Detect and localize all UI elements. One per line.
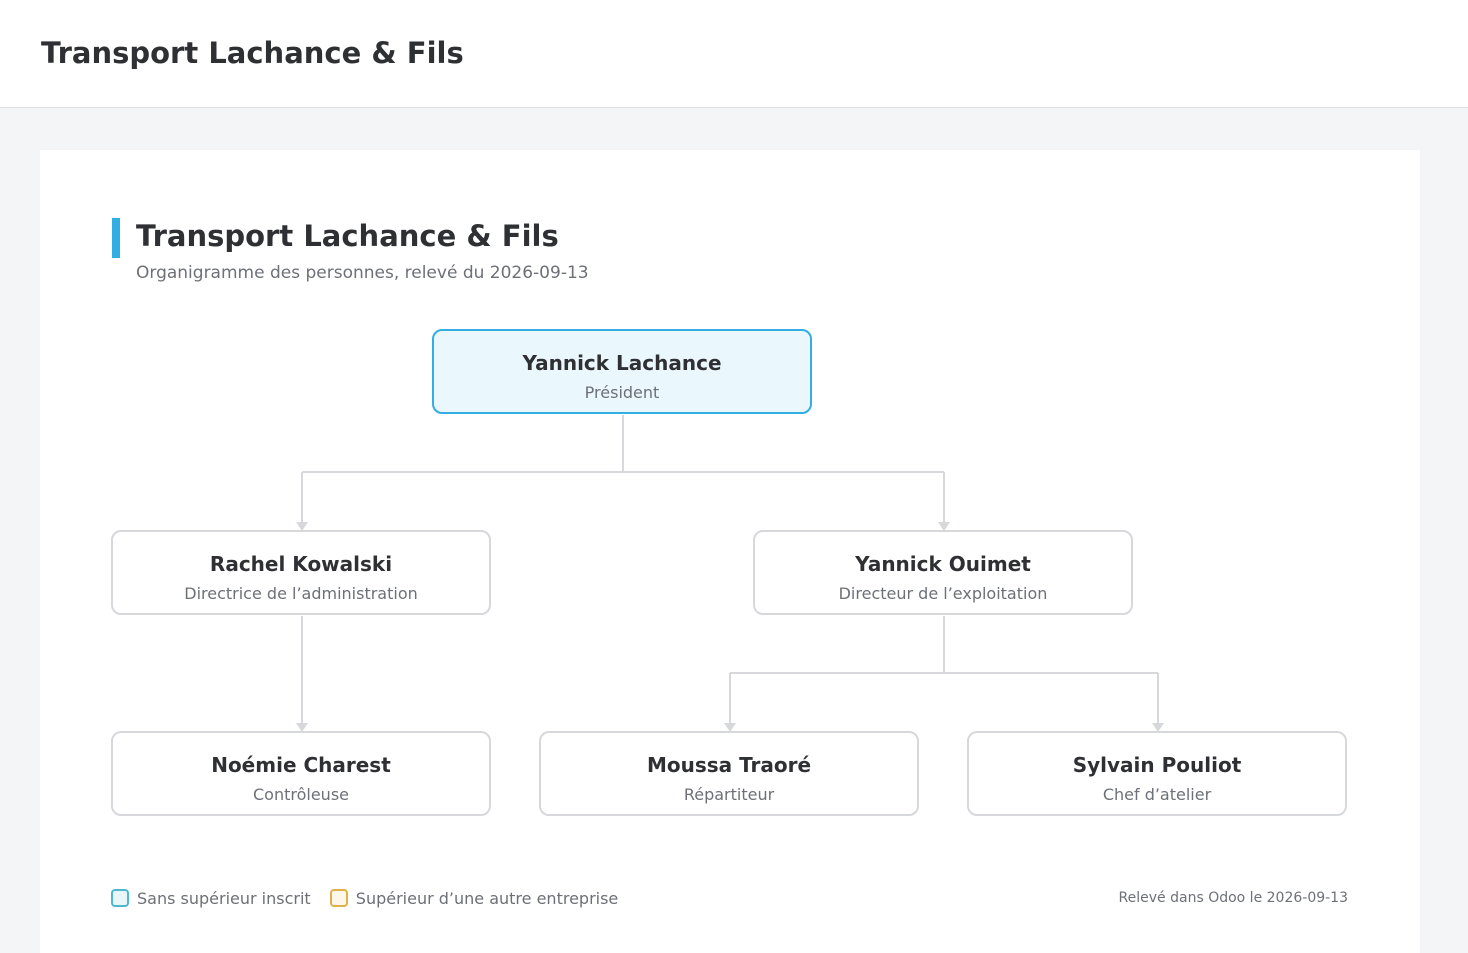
node-name: Moussa Traoré (646, 753, 812, 777)
source-note: Relevé dans Odoo le 2026-09-13 (1118, 890, 1348, 906)
legend-label-no-superior: Sans supérieur inscrit (137, 888, 311, 908)
org-node-president[interactable]: Yannick Lachance Président (432, 329, 812, 414)
org-node-controleuse[interactable]: Noémie Charest Contrôleuse (111, 731, 491, 816)
node-name: Yannick Lachance (522, 351, 722, 375)
legend-item-external-superior: Supérieur d’une autre entreprise (329, 888, 619, 908)
node-name: Rachel Kowalski (209, 552, 393, 576)
legend: Sans supérieur inscrit Supérieur d’une a… (111, 887, 632, 909)
org-node-ops-director[interactable]: Yannick Ouimet Directeur de l’exploitati… (753, 530, 1133, 615)
legend-swatch-no-superior (111, 889, 129, 907)
node-role: Directrice de l’administration (184, 584, 418, 603)
node-role: Président (584, 383, 660, 402)
node-role: Contrôleuse (253, 785, 349, 804)
connector-ops-to-staff (729, 616, 1159, 723)
node-role: Répartiteur (683, 785, 775, 804)
legend-swatch-external-superior (329, 889, 348, 907)
org-node-chef-atelier[interactable]: Sylvain Pouliot Chef d’atelier (967, 731, 1347, 816)
legend-label-external-superior: Supérieur d’une autre entreprise (355, 888, 619, 908)
org-node-repartiteur[interactable]: Moussa Traoré Répartiteur (539, 731, 919, 816)
connector-root-to-directors (301, 415, 945, 522)
node-name: Noémie Charest (211, 753, 391, 777)
org-node-admin-director[interactable]: Rachel Kowalski Directrice de l’administ… (111, 530, 491, 615)
node-role: Directeur de l’exploitation (838, 584, 1048, 603)
legend-item-no-superior: Sans supérieur inscrit (111, 888, 311, 908)
node-name: Sylvain Pouliot (1072, 753, 1242, 777)
node-name: Yannick Ouimet (855, 552, 1031, 576)
node-role: Chef d’atelier (1102, 785, 1212, 804)
